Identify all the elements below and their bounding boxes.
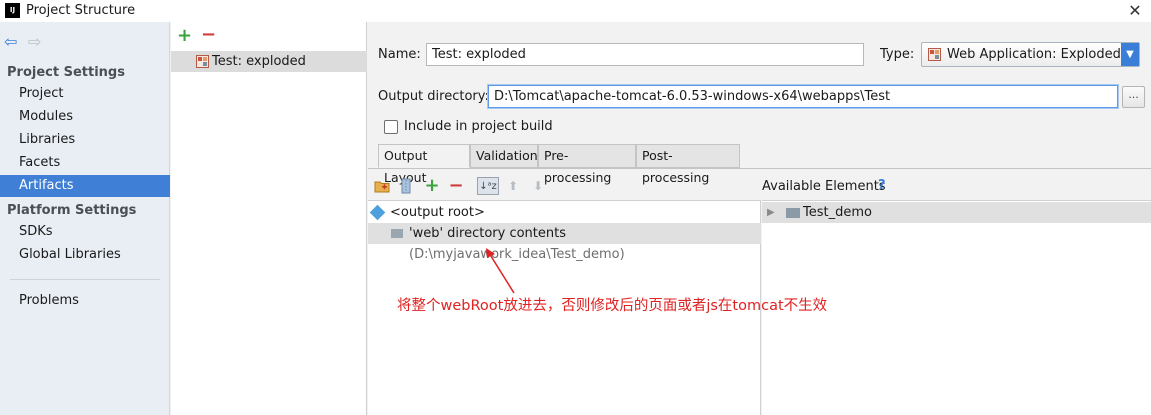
remove-artifact-icon[interactable]: − — [201, 26, 216, 44]
available-elements-label: Available Elements — [762, 179, 886, 194]
remove-icon[interactable]: − — [447, 177, 465, 195]
web-directory-label: 'web' directory contents — [409, 226, 566, 241]
settings-sidebar: ⇦ ⇨ Project Settings Project Modules Lib… — [0, 22, 170, 415]
platform-settings-header: Platform Settings — [7, 203, 137, 218]
folder-icon — [391, 229, 403, 238]
sidebar-item-problems[interactable]: Problems — [0, 290, 170, 312]
output-directory-field[interactable]: D:\Tomcat\apache-tomcat-6.0.53-windows-x… — [488, 85, 1118, 108]
sidebar-item-artifacts[interactable]: Artifacts — [0, 175, 170, 197]
add-artifact-icon[interactable]: + — [177, 27, 192, 45]
browse-button[interactable]: ... — [1122, 86, 1145, 108]
tab-validation[interactable]: Validation — [470, 144, 538, 168]
name-label: Name: — [378, 47, 421, 62]
tab-post-processing[interactable]: Post-processing — [636, 144, 740, 185]
layout-toolbar: + − ↓ᵃz ⬆ ⬇ — [368, 173, 761, 199]
artifact-item-label: Test: exploded — [212, 54, 306, 69]
test-demo-label: Test_demo — [803, 205, 872, 220]
move-up-icon[interactable]: ⬆ — [504, 177, 522, 195]
annotation-arrow — [486, 248, 515, 294]
tree-row-web-directory[interactable]: 'web' directory contents (D:\myjavawork_… — [368, 223, 761, 262]
artifact-config-panel: Name: Test: exploded Type: Web Applicati… — [368, 22, 1151, 415]
type-label: Type: — [880, 47, 915, 62]
tab-output-layout[interactable]: Output Layout — [378, 144, 470, 185]
sidebar-item-modules[interactable]: Modules — [0, 106, 170, 128]
title-bar: IJ Project Structure ✕ — [0, 0, 1151, 22]
chevron-down-icon[interactable]: ▼ — [1121, 43, 1139, 66]
name-field[interactable]: Test: exploded — [426, 43, 864, 66]
output-directory-label: Output directory: — [378, 89, 489, 104]
sidebar-item-facets[interactable]: Facets — [0, 152, 170, 174]
help-icon[interactable]: ? — [878, 178, 886, 193]
output-root-icon — [369, 204, 386, 221]
artifact-list-item[interactable]: Test: exploded — [171, 51, 367, 72]
output-root-label: <output root> — [390, 205, 485, 220]
module-folder-icon — [786, 208, 800, 218]
artifacts-list-panel: + − Test: exploded — [171, 22, 367, 415]
move-down-icon[interactable]: ⬇ — [529, 177, 547, 195]
sort-icon[interactable]: ↓ᵃz — [477, 177, 499, 195]
window-title: Project Structure — [26, 3, 136, 18]
web-artifact-icon — [928, 48, 941, 61]
web-artifact-icon — [196, 55, 209, 68]
sidebar-item-project[interactable]: Project — [0, 83, 170, 105]
sidebar-item-sdks[interactable]: SDKs — [0, 221, 170, 243]
sidebar-divider — [10, 279, 160, 280]
forward-arrow-icon[interactable]: ⇨ — [28, 32, 41, 51]
annotation-text: 将整个webRoot放进去，否则修改后的页面或者js在tomcat不生效 — [397, 298, 828, 314]
type-select[interactable]: Web Application: Exploded ▼ — [921, 42, 1140, 67]
tab-divider — [368, 168, 1151, 169]
tab-pre-processing[interactable]: Pre-processing — [538, 144, 636, 185]
tree-row-output-root[interactable]: <output root> — [368, 202, 761, 223]
include-in-build-label: Include in project build — [404, 119, 553, 134]
sidebar-item-libraries[interactable]: Libraries — [0, 129, 170, 151]
intellij-app-icon: IJ — [5, 3, 20, 18]
new-folder-icon[interactable] — [373, 177, 391, 195]
expand-arrow-icon[interactable]: ▶ — [767, 202, 775, 223]
project-settings-header: Project Settings — [7, 65, 125, 80]
archive-icon[interactable] — [397, 177, 415, 195]
back-arrow-icon[interactable]: ⇦ — [4, 32, 17, 51]
add-icon[interactable]: + — [423, 177, 441, 195]
include-in-build-checkbox[interactable] — [384, 120, 398, 134]
tree-row-test-demo[interactable]: ▶ Test_demo — [762, 202, 1151, 223]
type-select-value: Web Application: Exploded — [947, 47, 1121, 62]
close-button[interactable]: ✕ — [1125, 0, 1145, 22]
sidebar-item-global-libraries[interactable]: Global Libraries — [0, 244, 170, 266]
